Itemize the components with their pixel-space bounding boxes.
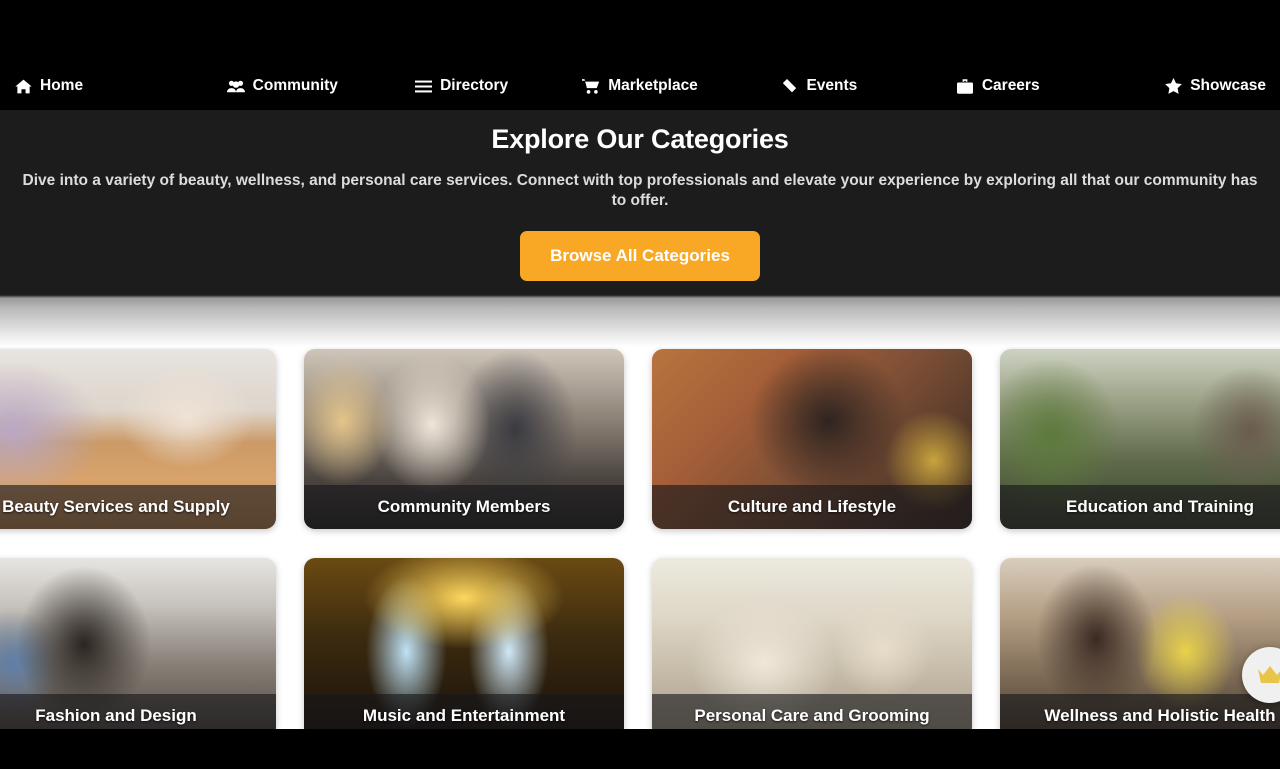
ticket-icon xyxy=(780,78,798,94)
nav-label-showcase: Showcase xyxy=(1190,77,1267,94)
nav-label-directory: Directory xyxy=(440,77,509,94)
cta-container: Browse All Categories xyxy=(20,231,1260,281)
category-card-culture-and-lifestyle[interactable]: Culture and Lifestyle xyxy=(652,349,972,529)
nav-label-marketplace: Marketplace xyxy=(608,77,698,94)
hero-section: Explore Our Categories Dive into a varie… xyxy=(0,110,1280,295)
category-card-label: Community Members xyxy=(304,485,624,529)
nav-item-marketplace[interactable]: Marketplace xyxy=(551,77,730,95)
category-card-label: Culture and Lifestyle xyxy=(652,485,972,529)
nav-item-events[interactable]: Events xyxy=(729,77,908,95)
nav-label-events: Events xyxy=(806,77,858,94)
nav-item-careers[interactable]: Careers xyxy=(908,77,1087,95)
category-card-wellness-and-holistic-health[interactable]: Wellness and Holistic Health xyxy=(1000,558,1280,729)
nav-label-community: Community xyxy=(252,77,338,94)
nav-label-careers: Careers xyxy=(981,77,1040,94)
categories-section: Beauty Services and Supply Community Mem… xyxy=(0,347,1280,729)
category-card-music-and-entertainment[interactable]: Music and Entertainment xyxy=(304,558,624,729)
hero-description: Dive into a variety of beauty, wellness,… xyxy=(22,172,1258,209)
categories-grid: Beauty Services and Supply Community Mem… xyxy=(0,347,1280,729)
section-gradient-divider xyxy=(0,295,1280,347)
nav-item-directory[interactable]: Directory xyxy=(372,77,551,95)
category-card-label: Wellness and Holistic Health xyxy=(1000,694,1280,729)
category-card-fashion-and-design[interactable]: Fashion and Design xyxy=(0,558,276,729)
bottom-black-bar xyxy=(0,729,1280,769)
page-title: Explore Our Categories xyxy=(491,124,789,154)
list-lines-icon xyxy=(414,78,432,94)
main-navigation: Home Community Directory Marketplace Eve… xyxy=(0,62,1280,110)
category-card-label: Music and Entertainment xyxy=(304,694,624,729)
nav-item-community[interactable]: Community xyxy=(193,77,372,95)
category-card-community-members[interactable]: Community Members xyxy=(304,349,624,529)
category-card-label: Beauty Services and Supply xyxy=(0,485,276,529)
category-card-personal-care-and-grooming[interactable]: Personal Care and Grooming xyxy=(652,558,972,729)
crown-icon xyxy=(1257,665,1280,685)
browse-all-categories-button[interactable]: Browse All Categories xyxy=(520,231,760,281)
shopping-cart-icon xyxy=(582,78,600,94)
star-icon xyxy=(1164,78,1182,94)
category-card-label: Education and Training xyxy=(1000,485,1280,529)
nav-item-home[interactable]: Home xyxy=(14,77,193,95)
nav-item-showcase[interactable]: Showcase xyxy=(1087,77,1266,95)
category-card-beauty-services-and-supply[interactable]: Beauty Services and Supply xyxy=(0,349,276,529)
top-black-strip xyxy=(0,0,1280,62)
category-card-label: Fashion and Design xyxy=(0,694,276,729)
nav-label-home: Home xyxy=(40,77,84,94)
users-group-icon xyxy=(226,78,245,94)
briefcase-icon xyxy=(956,78,974,94)
home-icon xyxy=(14,78,32,94)
category-card-label: Personal Care and Grooming xyxy=(652,694,972,729)
category-card-education-and-training[interactable]: Education and Training xyxy=(1000,349,1280,529)
